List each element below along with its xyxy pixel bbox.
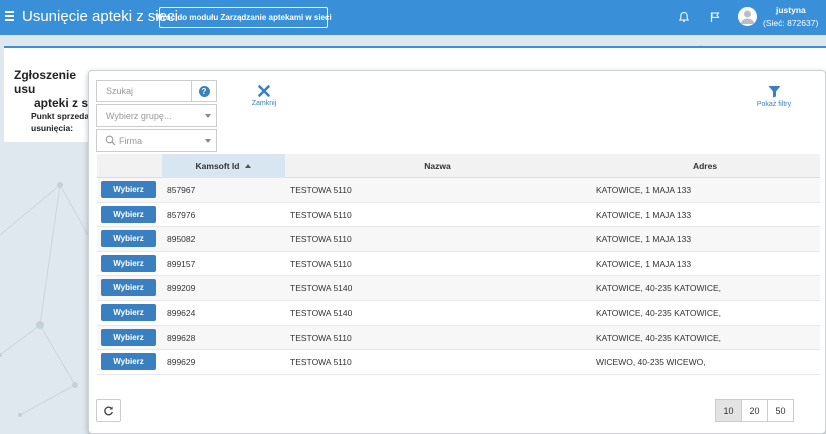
cell-address: WICEWO, 40-235 WICEWO, <box>596 357 706 368</box>
cell-name: TESTOWA 5140 <box>290 307 353 318</box>
page-size-option-50[interactable]: 50 <box>767 399 794 422</box>
cell-name: TESTOWA 5140 <box>290 283 353 294</box>
table-row: Wybierz 899628 TESTOWA 5110 KATOWICE, 40-23… <box>97 325 820 351</box>
cell-address: KATOWICE, 40-235 KATOWICE, <box>596 332 722 343</box>
cell-address: KATOWICE, 40-235 KATOWICE, <box>596 283 722 294</box>
select-pharmacy-button[interactable]: Wybierz <box>101 230 156 248</box>
refresh-button[interactable] <box>96 399 121 422</box>
pharmacy-picker-modal: Szukaj ? Wybierz grupę... Firma Zamknij … <box>88 70 826 434</box>
question-icon: ? <box>198 85 210 97</box>
hamburger-menu-icon[interactable] <box>5 11 14 21</box>
cell-name: TESTOWA 5110 <box>290 209 352 220</box>
select-pharmacy-button[interactable]: Wybierz <box>101 328 156 346</box>
table-row: Wybierz 899209 TESTOWA 5140 KATOWICE, 40-23… <box>97 276 820 301</box>
point-of-sale-label-line1: Punkt sprzedaż <box>31 111 94 121</box>
show-filters-label: Pokaż filtry <box>756 101 792 108</box>
select-pharmacy-button[interactable]: Wybierz <box>101 181 156 198</box>
close-icon <box>258 85 270 97</box>
column-header-label: Kamsoft Id <box>195 161 240 171</box>
point-of-sale-label-line2: usunięcia: <box>31 123 74 133</box>
table-row: Wybierz 857967 TESTOWA 5110 KATOWICE, 1 MAJ… <box>97 178 820 203</box>
table-row: Wybierz 899157 TESTOWA 5110 KATOWICE, 1 MAJ… <box>97 252 820 277</box>
cell-name: TESTOWA 5110 <box>290 234 352 245</box>
group-select[interactable]: Wybierz grupę... <box>96 104 217 127</box>
cell-name: TESTOWA 5110 <box>290 357 352 368</box>
user-name[interactable]: justyna <box>776 5 806 15</box>
column-header-address[interactable]: Adres <box>590 154 820 178</box>
cell-name: TESTOWA 5110 <box>290 332 352 343</box>
show-filters-button[interactable]: Pokaż filtry <box>749 85 799 108</box>
table-body: Wybierz 857967 TESTOWA 5110 KATOWICE, 1 MAJ… <box>97 178 820 375</box>
cell-address: KATOWICE, 1 MAJA 133 <box>596 185 692 195</box>
cell-kamsoft-id: 899629 <box>167 357 196 368</box>
firm-select[interactable]: Firma <box>96 129 217 152</box>
cell-address: KATOWICE, 1 MAJA 133 <box>596 258 692 269</box>
table-row: Wybierz 899624 TESTOWA 5140 KATOWICE, 40-23… <box>97 301 820 326</box>
help-button[interactable]: ? <box>191 80 217 102</box>
column-header-label: Nazwa <box>424 161 451 171</box>
point-of-sale-label: Punkt sprzedaż usunięcia: <box>31 110 93 134</box>
bell-icon[interactable] <box>678 11 690 23</box>
column-header-label: Adres <box>692 161 718 171</box>
select-pharmacy-button[interactable]: Wybierz <box>101 254 156 272</box>
user-network: (Sieć: 872637) <box>763 18 819 28</box>
search-input[interactable]: Szukaj <box>96 80 191 102</box>
top-bar: Usunięcie apteki z sieci Wróć do modułu … <box>0 0 826 35</box>
table-row: Wybierz 895082 TESTOWA 5110 KATOWICE, 1 MAJ… <box>97 227 820 252</box>
refresh-icon <box>104 406 113 416</box>
select-pharmacy-button[interactable]: Wybierz <box>101 205 156 223</box>
filter-icon <box>768 86 780 98</box>
cell-address: KATOWICE, 1 MAJA 133 <box>596 234 692 245</box>
table-row: Wybierz 857976 TESTOWA 5110 KATOWICE, 1 MAJ… <box>97 203 820 228</box>
back-to-module-button[interactable]: Wróć do modułu Zarządzanie aptekami w si… <box>155 7 332 28</box>
chevron-down-icon <box>205 114 211 118</box>
panel-title-line2: apteki z si <box>34 96 92 110</box>
search-icon <box>105 135 116 146</box>
cell-name: TESTOWA 5110 <box>290 185 352 195</box>
pharmacy-table: Kamsoft Id Nazwa Adres Wybierz 857967 TEST… <box>97 154 820 375</box>
page-size-option-10[interactable]: 10 <box>715 399 742 422</box>
cell-kamsoft-id: 895082 <box>167 234 196 245</box>
panel-title: Zgłoszenie usu apteki z si <box>14 68 94 110</box>
cell-name: TESTOWA 5110 <box>290 258 352 269</box>
select-pharmacy-button[interactable]: Wybierz <box>101 279 156 297</box>
select-pharmacy-button[interactable]: Wybierz <box>101 353 156 371</box>
flag-icon[interactable] <box>709 11 721 23</box>
sort-ascending-icon <box>245 164 252 168</box>
column-header-kamsoft-id[interactable]: Kamsoft Id <box>162 154 285 178</box>
cell-kamsoft-id: 899624 <box>167 307 196 318</box>
table-row: Wybierz 899629 TESTOWA 5110 WICEWO, 40-235 … <box>97 350 820 375</box>
cell-kamsoft-id: 899628 <box>167 332 196 343</box>
close-label: Zamknij <box>251 100 277 107</box>
panel-title-line1: Zgłoszenie usu <box>14 68 77 96</box>
cell-kamsoft-id: 857976 <box>167 209 196 220</box>
select-pharmacy-button[interactable]: Wybierz <box>101 303 156 321</box>
cell-kamsoft-id: 857967 <box>167 185 196 195</box>
firm-select-placeholder: Firma <box>119 135 142 146</box>
chevron-down-icon <box>205 139 211 143</box>
page-size-selector: 10 20 50 <box>715 399 794 422</box>
close-button[interactable]: Zamknij <box>244 85 284 107</box>
cell-address: KATOWICE, 40-235 KATOWICE, <box>596 307 722 318</box>
cell-kamsoft-id: 899209 <box>167 283 196 294</box>
group-select-placeholder: Wybierz grupę... <box>106 110 172 121</box>
cell-address: KATOWICE, 1 MAJA 133 <box>596 209 692 220</box>
page-size-option-20[interactable]: 20 <box>741 399 768 422</box>
table-header: Kamsoft Id Nazwa Adres <box>97 154 820 178</box>
cell-kamsoft-id: 899157 <box>167 258 196 269</box>
user-avatar[interactable] <box>738 7 757 26</box>
column-header-name[interactable]: Nazwa <box>285 154 590 178</box>
